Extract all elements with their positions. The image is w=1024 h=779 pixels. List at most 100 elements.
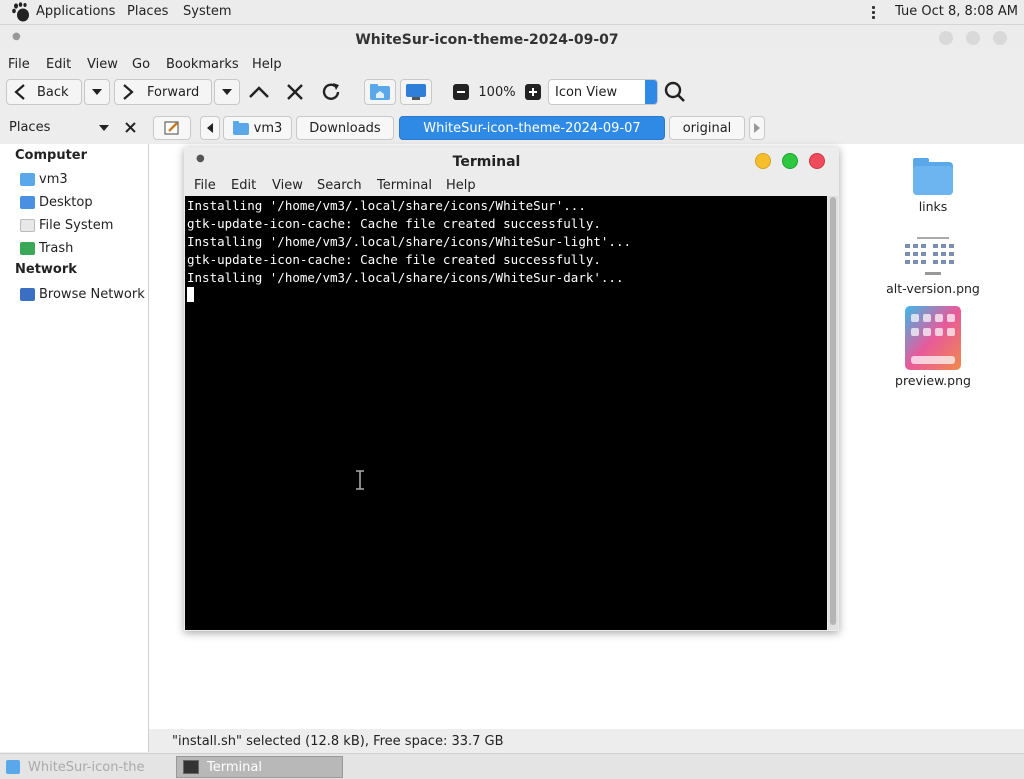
crumb-downloads[interactable]: Downloads [296,116,394,140]
back-arrow-icon [14,84,25,100]
crumb-original[interactable]: original [669,116,745,140]
image-thumbnail-icon [905,306,961,370]
stop-x-icon [287,84,303,100]
status-text: "install.sh" selected (12.8 kB), Free sp… [172,734,504,749]
sidebar-item-trash[interactable]: Trash [20,238,73,258]
zoom-out-button[interactable] [449,79,473,105]
maximize-button[interactable] [782,153,798,169]
gnome-foot-icon[interactable] [10,2,32,22]
image-thumbnail-icon [903,236,963,278]
menu-terminal[interactable]: Terminal [377,178,432,193]
sidebar-item-vm3[interactable]: vm3 [20,169,68,189]
computer-icon [406,84,426,100]
minimize-button[interactable] [939,31,953,45]
close-button[interactable] [993,31,1007,45]
terminal-screen[interactable]: Installing '/home/vm3/.local/share/icons… [185,196,827,630]
computer-button[interactable] [400,79,432,105]
chevron-left-icon [207,123,213,133]
select-arrows-icon [645,80,657,104]
terminal-scrollbar[interactable] [828,196,838,630]
search-icon [664,81,685,102]
folder-icon [6,760,20,774]
menu-file[interactable]: File [8,57,30,72]
menu-search[interactable]: Search [317,178,362,193]
menu-go[interactable]: Go [132,57,150,72]
up-button[interactable] [244,79,274,105]
back-history-dropdown[interactable] [84,79,110,105]
file-name: preview.png [895,373,971,388]
toolbar: Back Forward 100% Icon View [0,76,1024,110]
file-item-preview[interactable]: preview.png [883,306,983,388]
sidebar-item-desktop[interactable]: Desktop [20,192,93,212]
applications-menu[interactable]: Applications [36,4,115,19]
home-folder-icon [370,84,390,100]
forward-button[interactable]: Forward [114,79,212,105]
chevron-down-icon [92,89,102,95]
zoom-out-icon [453,84,469,100]
menu-edit[interactable]: Edit [46,57,71,72]
edit-location-icon [164,121,179,135]
menu-help[interactable]: Help [446,178,476,193]
forward-history-dropdown[interactable] [214,79,240,105]
file-item-links[interactable]: links [883,156,983,214]
desktop-folder-icon [20,195,35,209]
terminal-line: gtk-update-icon-cache: Cache file create… [187,252,601,267]
maximize-button[interactable] [966,31,980,45]
scrollbar-thumb[interactable] [830,197,836,625]
file-name: alt-version.png [886,281,980,296]
reload-icon [322,83,340,100]
file-manager-titlebar[interactable]: ● WhiteSur-icon-theme-2024-09-07 [0,25,1024,55]
crumb-vm3[interactable]: vm3 [223,116,292,140]
menu-file[interactable]: File [194,178,216,193]
terminal-icon [183,760,199,774]
taskbar-file-manager[interactable]: WhiteSur-icon-the [0,756,170,778]
menu-view[interactable]: View [272,178,303,193]
sidebar-item-file-system[interactable]: File System [20,215,113,235]
zoom-in-button[interactable] [521,79,545,105]
places-sidebar: Computer vm3 Desktop File System Trash N… [0,144,149,752]
text-cursor-icon [356,470,364,490]
taskbar-terminal[interactable]: Terminal [176,756,343,778]
search-button[interactable] [660,79,690,105]
menu-bookmarks[interactable]: Bookmarks [166,57,239,72]
window-title: WhiteSur-icon-theme-2024-09-07 [355,32,619,48]
sidebar-section-computer: Computer [15,148,88,163]
zoom-level[interactable]: 100% [475,79,519,105]
status-bar: "install.sh" selected (12.8 kB), Free sp… [149,729,1024,753]
file-item-alt-version[interactable]: alt-version.png [883,236,983,296]
toggle-location-button[interactable] [153,116,191,140]
file-manager-menubar: File Edit View Go Bookmarks Help [0,55,1024,75]
sidebar-section-network: Network [15,262,77,277]
path-scroll-right[interactable] [749,116,765,140]
zoom-in-icon [525,84,541,100]
terminal-line: Installing '/home/vm3/.local/share/icons… [187,270,624,285]
menu-edit[interactable]: Edit [231,178,256,193]
back-button[interactable]: Back [6,79,82,105]
bottom-panel: WhiteSur-icon-the Terminal [0,753,1024,779]
sidebar-item-browse-network[interactable]: Browse Network [20,284,145,304]
folder-icon [913,158,953,195]
chevron-down-icon [222,89,232,95]
up-arrow-icon [249,86,269,98]
close-button[interactable] [809,153,825,169]
terminal-menubar: File Edit View Search Terminal Help [184,177,839,195]
home-folder-icon [232,121,249,135]
crumb-current-folder[interactable]: WhiteSur-icon-theme-2024-09-07 [399,116,665,140]
system-menu[interactable]: System [183,4,231,19]
minimize-button[interactable] [755,153,771,169]
stop-button[interactable] [280,79,310,105]
menu-help[interactable]: Help [252,57,282,72]
terminal-line: Installing '/home/vm3/.local/share/icons… [187,198,586,213]
places-menu[interactable]: Places [127,4,168,19]
clock[interactable]: Tue Oct 8, 8:08 AM [895,4,1018,19]
reload-button[interactable] [316,79,346,105]
path-scroll-left[interactable] [200,116,220,140]
panel-handle [872,6,875,19]
menu-view[interactable]: View [87,57,118,72]
chevron-right-icon [754,123,760,133]
drive-icon [20,218,35,232]
terminal-titlebar[interactable]: ● Terminal [184,147,839,175]
terminal-window[interactable]: ● Terminal File Edit View Search Termina… [184,147,839,631]
view-mode-select[interactable]: Icon View [548,79,658,105]
home-button[interactable] [364,79,396,105]
